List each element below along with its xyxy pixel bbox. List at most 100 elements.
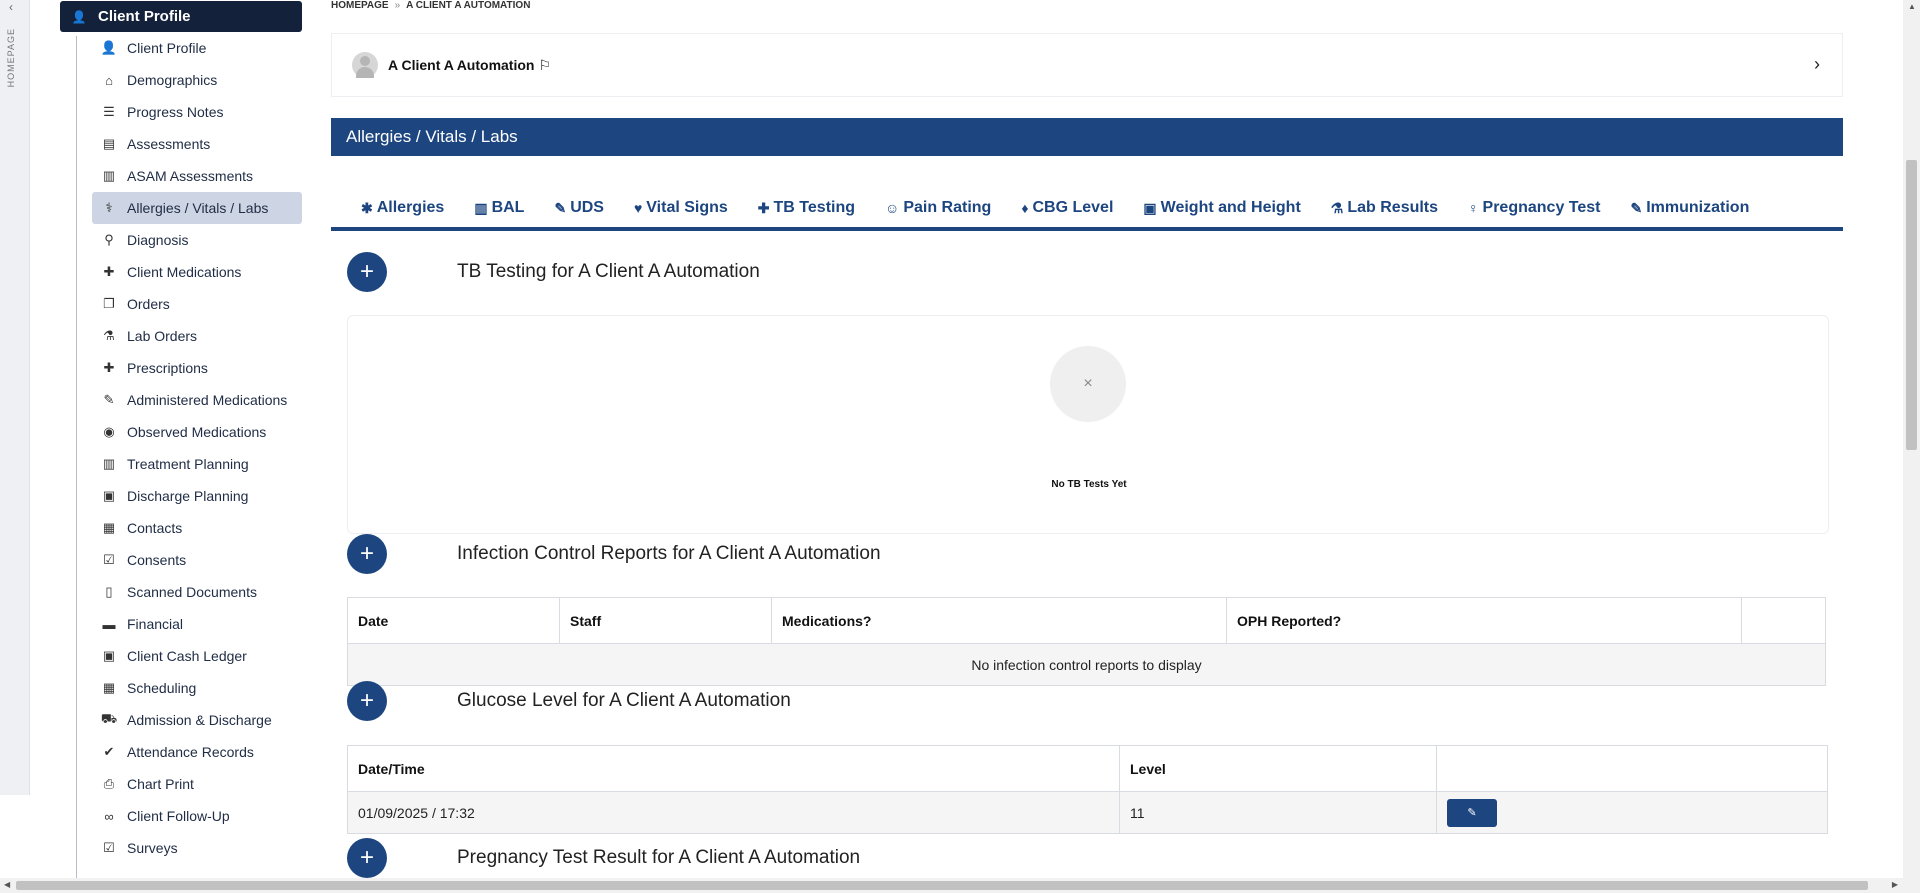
tab-lab-results[interactable]: ⚗ Lab Results (1331, 199, 1438, 217)
sidebar-item-scanned-documents[interactable]: ▯ Scanned Documents (92, 576, 302, 608)
check-square-icon: ☑ (103, 840, 115, 855)
column-header-medications[interactable]: Medications? (771, 597, 1227, 644)
tab-bal[interactable]: ▥ BAL (474, 199, 524, 217)
sidebar-item-label: Client Medications (127, 264, 242, 280)
scroll-up-icon[interactable]: ▲ (1908, 2, 1916, 11)
sidebar-item-contacts[interactable]: ▦ Contacts (92, 512, 302, 544)
flag-icon[interactable]: ⚐ (538, 57, 551, 74)
tab-label: Lab Results (1347, 199, 1439, 216)
sidebar-item-asam-assessments[interactable]: ▥ ASAM Assessments (92, 160, 302, 192)
sidebar-item-label: Scheduling (127, 680, 197, 696)
sidebar-item-administered-medications[interactable]: ✎ Administered Medications (92, 384, 302, 416)
sidebar-item-surveys[interactable]: ☑ Surveys (92, 832, 302, 864)
home-icon: ⌂ (105, 72, 113, 88)
tab-pregnancy-test[interactable]: ♀ Pregnancy Test (1468, 199, 1600, 217)
address-card-icon: ▦ (102, 520, 116, 535)
collapsed-rail[interactable]: ‹ HOMEPAGE (0, 0, 30, 795)
add-pregnancy-test-button[interactable]: + (347, 838, 387, 878)
tab-cbg-level[interactable]: ♦ CBG Level (1021, 199, 1113, 217)
pregnancy-section-header: + (347, 838, 387, 878)
client-card[interactable]: A Client A Automation ⚐ › (331, 33, 1843, 97)
sidebar-item-treatment-planning[interactable]: ▥ Treatment Planning (92, 448, 302, 480)
tab-tb-testing[interactable]: ✚ TB Testing (758, 199, 855, 217)
glucose-section-header: + (347, 681, 387, 721)
edit-button[interactable]: ✎ (1447, 798, 1497, 827)
sidebar-item-diagnosis[interactable]: ⚲ Diagnosis (92, 224, 302, 256)
check-icon: ✔ (103, 744, 115, 759)
tab-allergies[interactable]: ✱ Allergies (361, 199, 444, 217)
sidebar-item-label: Contacts (127, 520, 183, 536)
column-header-date[interactable]: Date (347, 597, 560, 644)
sidebar-item-assessments[interactable]: ▤ Assessments (92, 128, 302, 160)
sidebar-item-label: ASAM Assessments (127, 168, 254, 184)
add-glucose-button[interactable]: + (347, 681, 387, 721)
tree-line (76, 36, 77, 878)
avatar (352, 52, 378, 78)
sidebar-item-scheduling[interactable]: ▦ Scheduling (92, 672, 302, 704)
add-tb-test-button[interactable]: + (347, 252, 387, 292)
column-header-oph[interactable]: OPH Reported? (1226, 597, 1742, 644)
sidebar-item-consents[interactable]: ☑ Consents (92, 544, 302, 576)
sidebar-item-allergies-vitals-labs[interactable]: ⚕ Allergies / Vitals / Labs (92, 192, 302, 224)
chevron-right-icon[interactable]: › (1814, 54, 1820, 75)
horizontal-scroll-thumb[interactable] (16, 881, 1868, 890)
column-header-datetime[interactable]: Date/Time (347, 745, 1120, 792)
sidebar-header[interactable]: 👤 Client Profile (60, 1, 302, 32)
sidebar-item-client-profile[interactable]: 👤 Client Profile (92, 32, 302, 64)
sidebar-item-client-cash-ledger[interactable]: ▣ Client Cash Ledger (92, 640, 302, 672)
book-icon: ▥ (102, 456, 116, 471)
sidebar-item-prescriptions[interactable]: ✚ Prescriptions (92, 352, 302, 384)
sidebar-item-orders[interactable]: ❐ Orders (92, 288, 302, 320)
sidebar-item-attendance-records[interactable]: ✔ Attendance Records (92, 736, 302, 768)
sidebar-item-client-medications[interactable]: ✚ Client Medications (92, 256, 302, 288)
empty-state-icon: × (1050, 346, 1126, 422)
sidebar-item-chart-print[interactable]: ⎙ Chart Print (92, 768, 302, 800)
tab-label: Allergies (376, 199, 445, 216)
heartbeat-icon: ♥ (633, 200, 643, 216)
infection-section-header: + (347, 534, 387, 574)
sidebar-item-label: Financial (127, 616, 184, 632)
sidebar-item-label: Diagnosis (127, 232, 189, 248)
bar-chart-icon: ▥ (474, 199, 488, 216)
sidebar-item-label: Client Cash Ledger (127, 648, 247, 664)
sidebar-item-admission-discharge[interactable]: ⛟ Admission & Discharge (92, 704, 302, 736)
document-icon: ▯ (105, 584, 113, 599)
add-infection-report-button[interactable]: + (347, 534, 387, 574)
flask-icon: ⚗ (1330, 199, 1344, 216)
tab-immunization[interactable]: ✎ Immunization (1631, 199, 1750, 217)
tb-empty-card: × No TB Tests Yet (347, 315, 1829, 534)
sidebar-item-demographics[interactable]: ⌂ Demographics (92, 64, 302, 96)
sidebar-item-label: Orders (127, 296, 170, 312)
sidebar-item-financial[interactable]: ▬ Financial (92, 608, 302, 640)
table-row: 01/09/2025 / 17:32 11 ✎ (347, 791, 1828, 834)
sidebar-item-label: Assessments (127, 136, 211, 152)
scroll-left-icon[interactable]: ◀ (4, 880, 10, 889)
sidebar-item-discharge-planning[interactable]: ▣ Discharge Planning (92, 480, 302, 512)
tab-uds[interactable]: ✎ UDS (554, 199, 604, 217)
tab-label: CBG Level (1032, 199, 1114, 216)
sidebar-item-client-follow-up[interactable]: ∞ Client Follow-Up (92, 800, 302, 832)
sidebar-item-lab-orders[interactable]: ⚗ Lab Orders (92, 320, 302, 352)
sidebar-item-progress-notes[interactable]: ☰ Progress Notes (92, 96, 302, 128)
calendar-icon: ▦ (102, 680, 116, 695)
column-header-level[interactable]: Level (1119, 745, 1437, 792)
breadcrumb: HOMEPAGE » A CLIENT A AUTOMATION (331, 0, 530, 11)
sidebar-item-observed-medications[interactable]: ◉ Observed Medications (92, 416, 302, 448)
breadcrumb-home[interactable]: HOMEPAGE (331, 0, 389, 11)
rail-label: HOMEPAGE (6, 28, 16, 88)
tab-weight-and-height[interactable]: ▣ Weight and Height (1143, 199, 1300, 217)
vertical-scrollbar[interactable]: ▲ (1903, 0, 1920, 878)
breadcrumb-current: A CLIENT A AUTOMATION (406, 0, 531, 11)
chevron-left-icon[interactable]: ‹ (9, 0, 13, 14)
scroll-right-icon[interactable]: ▶ (1892, 880, 1898, 889)
user-icon: 👤 (100, 40, 118, 55)
column-header-staff[interactable]: Staff (559, 597, 772, 644)
syringe-icon: ✎ (1630, 199, 1643, 216)
tab-vital-signs[interactable]: ♥ Vital Signs (634, 199, 728, 217)
credit-card-icon: ▬ (102, 616, 116, 632)
horizontal-scrollbar[interactable]: ◀ ▶ (0, 878, 1920, 893)
table-header-row: Date/Time Level (347, 745, 1828, 792)
sidebar-header-label: Client Profile (98, 8, 191, 25)
tab-pain-rating[interactable]: ☺ Pain Rating (885, 199, 991, 217)
vertical-scroll-thumb[interactable] (1906, 160, 1917, 450)
